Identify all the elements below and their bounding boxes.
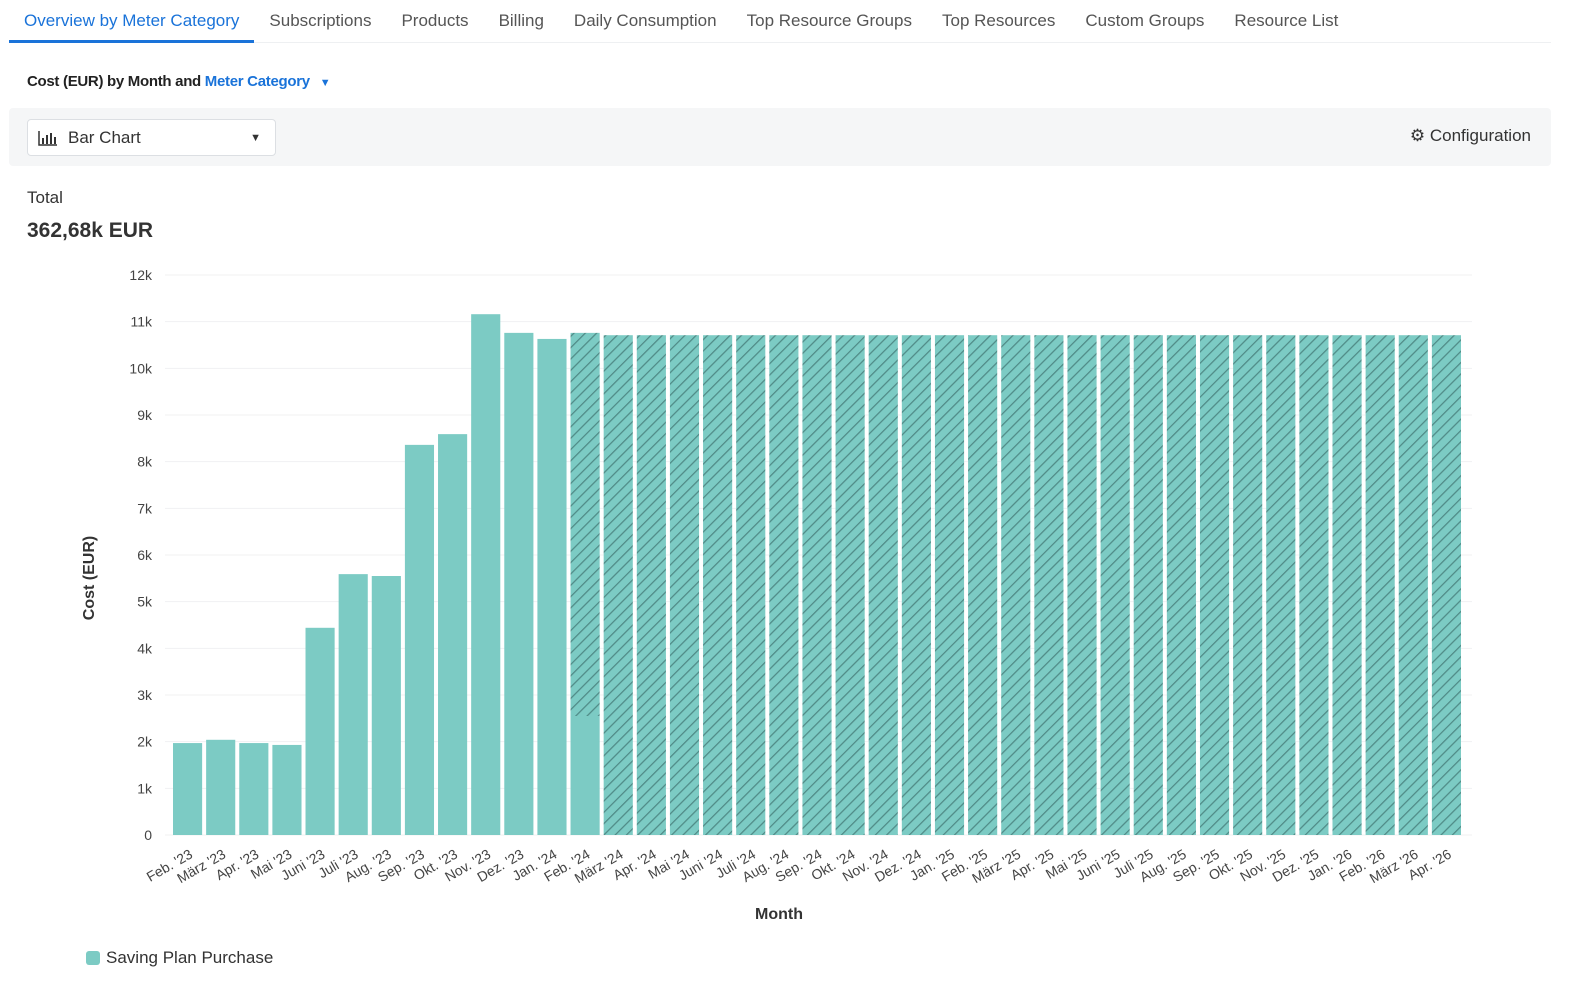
y-tick-label: 6k [137,547,153,563]
y-tick-label: 11k [130,314,153,330]
bar-actual[interactable] [305,627,335,835]
bar-actual[interactable] [570,716,600,835]
legend-label: Saving Plan Purchase [106,948,274,967]
y-tick-label: 10k [129,360,153,376]
tab-billing[interactable]: Billing [484,0,559,42]
configuration-button[interactable]: ⚙ Configuration [1410,126,1531,146]
bar-forecast[interactable] [1299,335,1329,835]
y-tick-label: 2k [137,734,153,750]
configuration-label: Configuration [1429,126,1531,145]
bar-forecast[interactable] [802,335,832,835]
tab-resource-list[interactable]: Resource List [1219,0,1353,42]
bar-forecast[interactable] [1166,335,1196,835]
bar-actual[interactable] [537,338,567,835]
bar-actual[interactable] [471,314,501,835]
bar-chart-icon [38,130,57,146]
tab-custom-groups[interactable]: Custom Groups [1070,0,1219,42]
bar-forecast[interactable] [868,335,898,835]
bar-forecast[interactable] [934,335,965,835]
bar-forecast[interactable] [1266,335,1296,835]
bar-forecast[interactable] [1100,335,1130,835]
bar-forecast[interactable] [1365,335,1395,835]
tab-bar: Overview by Meter Category Subscriptions P… [9,0,1551,43]
y-tick-label: 12k [129,267,153,283]
subtitle-prefix: Cost (EUR) by Month and [27,73,201,90]
bar-chart: 01k2k3k4k5k6k7k8k9k10k11k12kFeb. '23März… [81,267,1472,923]
bar-actual[interactable] [404,444,435,835]
y-tick-label: 7k [137,500,153,516]
chart-type-select[interactable]: Bar Chart ▼ [27,119,276,156]
bar-forecast[interactable] [1034,335,1064,835]
bar-forecast[interactable] [769,335,799,835]
bar-actual[interactable] [504,332,534,835]
bar-forecast[interactable] [1133,335,1163,835]
bar-actual[interactable] [173,743,203,835]
bar-actual[interactable] [272,744,302,835]
caret-down-icon[interactable]: ▼ [320,77,331,89]
bar-actual[interactable] [206,739,236,835]
bar-forecast[interactable] [703,335,733,835]
bar-actual[interactable] [438,434,468,835]
bar-forecast[interactable] [570,332,600,716]
y-tick-label: 4k [137,640,153,656]
x-axis-title: Month [755,906,803,923]
legend-item-saving-plan-purchase[interactable]: Saving Plan Purchase [86,948,273,968]
bar-forecast[interactable] [636,335,666,835]
legend-swatch [86,951,100,965]
tab-top-resource-groups[interactable]: Top Resource Groups [732,0,927,42]
y-tick-label: 9k [137,407,153,423]
bar-forecast[interactable] [1067,335,1097,835]
bar-forecast[interactable] [1001,335,1031,835]
chart-subtitle: Cost (EUR) by Month and Meter Category ▼ [27,73,331,90]
bar-forecast[interactable] [1431,335,1461,835]
bar-forecast[interactable] [669,335,700,835]
total-label: Total [27,188,63,207]
y-axis-title: Cost (EUR) [81,536,98,620]
tab-daily-consumption[interactable]: Daily Consumption [559,0,732,42]
tab-overview-by-meter-category[interactable]: Overview by Meter Category [9,0,255,43]
bar-actual[interactable] [371,576,401,835]
bar-forecast[interactable] [1199,335,1230,835]
y-tick-label: 3k [137,687,153,703]
bar-forecast[interactable] [968,335,998,835]
total-value: 362,68k EUR [27,219,154,242]
bar-forecast[interactable] [835,335,865,835]
y-tick-label: 1k [137,780,153,796]
bar-forecast[interactable] [736,335,766,835]
bar-actual[interactable] [239,743,269,835]
bar-actual[interactable] [338,574,368,835]
bar-forecast[interactable] [1398,335,1428,835]
chart-toolbar: Bar Chart ▼ ⚙ Configuration [9,108,1551,166]
gear-icon: ⚙ [1409,126,1426,145]
tab-subscriptions[interactable]: Subscriptions [254,0,386,42]
bar-forecast[interactable] [603,335,633,835]
dimension-selector[interactable]: Meter Category [205,73,310,90]
tab-products[interactable]: Products [386,0,483,42]
bar-forecast[interactable] [901,335,931,835]
y-tick-label: 5k [137,594,153,610]
bar-forecast[interactable] [1332,335,1362,835]
y-tick-label: 0 [144,827,152,843]
tab-top-resources[interactable]: Top Resources [927,0,1070,42]
chevron-down-icon: ▼ [250,131,261,144]
y-tick-label: 8k [137,454,153,470]
bar-forecast[interactable] [1233,335,1263,835]
chart-type-label: Bar Chart [68,127,141,147]
